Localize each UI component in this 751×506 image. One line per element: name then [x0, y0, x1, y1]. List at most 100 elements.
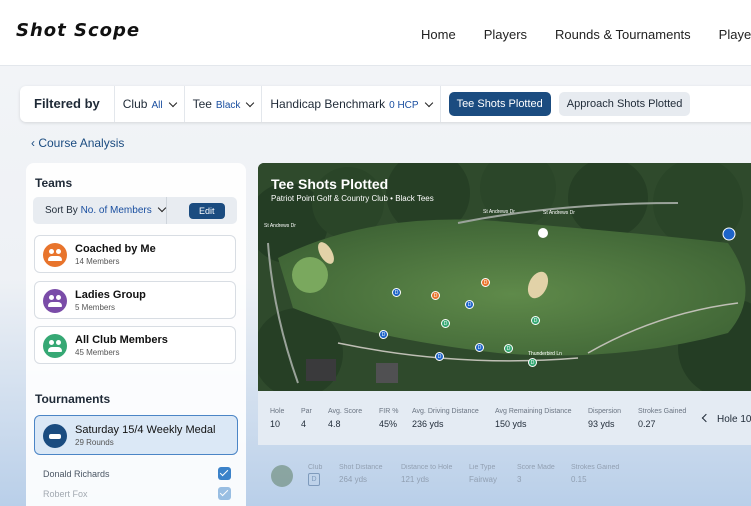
- shot-scope-logo[interactable]: Shot Scope: [16, 20, 140, 41]
- shot-lie-type: Lie Type Fairway: [469, 464, 497, 484]
- shot-marker[interactable]: D: [379, 330, 388, 339]
- back-label: Course Analysis: [38, 136, 125, 150]
- sort-bar: Sort By No. of Members Edit: [33, 197, 237, 224]
- handicap-filter-value: 0 HCP: [389, 100, 419, 111]
- shot-value: Fairway: [469, 475, 498, 484]
- map-subtitle: Patriot Point Golf & Country Club • Blac…: [271, 194, 434, 203]
- shot-label: Lie Type: [469, 464, 496, 471]
- filter-bar: Filtered by Club All Tee Black Handicap Be…: [20, 86, 751, 122]
- shot-marker[interactable]: D: [441, 319, 450, 328]
- tee-filter-label: Tee: [192, 97, 212, 111]
- nav-players[interactable]: Players: [484, 27, 527, 42]
- team-members: 14 Members: [75, 257, 120, 266]
- handicap-filter-dropdown[interactable]: Handicap Benchmark 0 HCP: [262, 86, 441, 122]
- stat-value: 93 yds: [588, 419, 615, 429]
- tournament-card[interactable]: Saturday 15/4 Weekly Medal 29 Rounds: [34, 415, 238, 455]
- stat-value: 0.27: [638, 419, 656, 429]
- stat-label: Strokes Gained: [638, 408, 687, 415]
- shot-marker[interactable]: D: [504, 344, 513, 353]
- stat-label: Dispersion: [588, 408, 622, 415]
- player-row[interactable]: Donald Richards: [43, 467, 231, 480]
- stat-label: Avg Remaining Distance: [495, 408, 572, 415]
- road-label: St Andrews Dr: [264, 223, 296, 229]
- sort-label: Sort By: [45, 205, 78, 216]
- shot-club: Club: [308, 464, 322, 471]
- team-members: 5 Members: [75, 303, 116, 312]
- club-filter-dropdown[interactable]: Club All: [115, 86, 185, 122]
- stat-strokes-gained: Strokes Gained 0.27: [638, 408, 686, 429]
- shot-label: Club: [308, 464, 323, 471]
- stat-par: Par 4: [301, 408, 312, 429]
- shot-strokes-gained: Strokes Gained 0.15: [571, 464, 619, 484]
- shot-marker[interactable]: D: [431, 291, 440, 300]
- road-label: St Andrews Dr: [483, 209, 515, 215]
- sort-value: No. of Members: [80, 205, 152, 216]
- tee-shots-plotted-tab[interactable]: Tee Shots Plotted: [448, 92, 551, 116]
- player-row[interactable]: Robert Fox: [43, 487, 231, 500]
- chevron-left-icon[interactable]: [701, 413, 711, 423]
- sort-dropdown[interactable]: Sort By No. of Members: [33, 197, 167, 224]
- club-badge: D: [308, 473, 320, 486]
- player-name: Donald Richards: [43, 469, 110, 479]
- shot-distance-to-hole: Distance to Hole 121 yds: [401, 464, 452, 484]
- player-checkbox[interactable]: [218, 467, 231, 480]
- handicap-filter-label: Handicap Benchmark: [270, 97, 386, 111]
- hole-stats-bar: Hole 10 Par 4 Avg. Score 4.8 FIR % 45% Avg. …: [258, 391, 751, 445]
- shot-marker[interactable]: D: [435, 352, 444, 361]
- stat-value: 150 yds: [495, 419, 527, 429]
- shot-score-made: Score Made 3: [517, 464, 555, 484]
- back-link[interactable]: ‹ Course Analysis: [31, 136, 124, 150]
- tee-filter-value: Black: [215, 100, 241, 111]
- shot-detail-row[interactable]: Club D Shot Distance 264 yds Distance to …: [258, 458, 751, 498]
- stat-value: 10: [270, 419, 281, 429]
- group-icon: [43, 289, 67, 313]
- main-nav: Home Players Rounds & Tournaments Player…: [421, 27, 751, 42]
- edit-button[interactable]: Edit: [189, 202, 225, 219]
- tournament-name: Saturday 15/4 Weekly Medal: [75, 424, 216, 436]
- tee-filter-dropdown[interactable]: Tee Black: [185, 86, 263, 122]
- shot-marker[interactable]: D: [465, 300, 474, 309]
- stat-value: 236 yds: [412, 419, 444, 429]
- team-name: Coached by Me: [75, 243, 156, 255]
- stat-value: 45%: [379, 419, 398, 429]
- shot-marker[interactable]: D: [531, 316, 540, 325]
- chevron-down-icon: [424, 98, 433, 108]
- group-icon: [43, 243, 67, 267]
- hole-thumbnail-icon: [271, 465, 293, 487]
- side-panel: Teams Sort By No. of Members Edit Coache…: [26, 163, 246, 506]
- team-card-all-club-members[interactable]: All Club Members 45 Members: [34, 326, 236, 364]
- shot-marker[interactable]: D: [528, 358, 537, 367]
- player-name: Robert Fox: [43, 489, 88, 499]
- map-title: Tee Shots Plotted: [271, 176, 389, 192]
- nav-home[interactable]: Home: [421, 27, 456, 42]
- top-navigation-bar: Shot Scope Home Players Rounds & Tournam…: [0, 0, 751, 66]
- shot-marker[interactable]: D: [392, 288, 401, 297]
- chevron-down-icon: [246, 98, 255, 108]
- shot-value: 121 yds: [401, 475, 430, 484]
- approach-shots-plotted-tab[interactable]: Approach Shots Plotted: [558, 92, 691, 116]
- team-card-coached-by-me[interactable]: Coached by Me 14 Members: [34, 235, 236, 273]
- hole-nav-label: Hole 10: [717, 414, 751, 425]
- filter-title: Filtered by: [20, 86, 115, 122]
- course-map[interactable]: Tee Shots Plotted Patriot Point Golf & C…: [258, 163, 751, 391]
- shot-label: Strokes Gained: [571, 464, 620, 471]
- shot-value: 3: [517, 475, 522, 484]
- trophy-icon: [43, 424, 67, 448]
- shot-distance: Shot Distance 264 yds: [339, 464, 383, 484]
- shot-marker[interactable]: D: [475, 343, 484, 352]
- team-members: 45 Members: [75, 348, 120, 357]
- nav-rounds-tournaments[interactable]: Rounds & Tournaments: [555, 27, 691, 42]
- team-card-ladies-group[interactable]: Ladies Group 5 Members: [34, 281, 236, 319]
- stat-value: 4: [301, 419, 307, 429]
- shot-label: Shot Distance: [339, 464, 383, 471]
- stat-label: Avg. Score: [328, 408, 363, 415]
- chevron-down-icon: [157, 203, 166, 213]
- chevron-down-icon: [168, 98, 177, 108]
- stat-fir: FIR % 45%: [379, 408, 398, 429]
- nav-player-analysis[interactable]: Player A: [719, 27, 751, 42]
- hole-navigator[interactable]: Hole 10: [701, 413, 751, 425]
- player-checkbox[interactable]: [218, 487, 231, 500]
- teams-heading: Teams: [35, 176, 73, 190]
- shot-marker[interactable]: D: [481, 278, 490, 287]
- club-filter-label: Club: [122, 97, 148, 111]
